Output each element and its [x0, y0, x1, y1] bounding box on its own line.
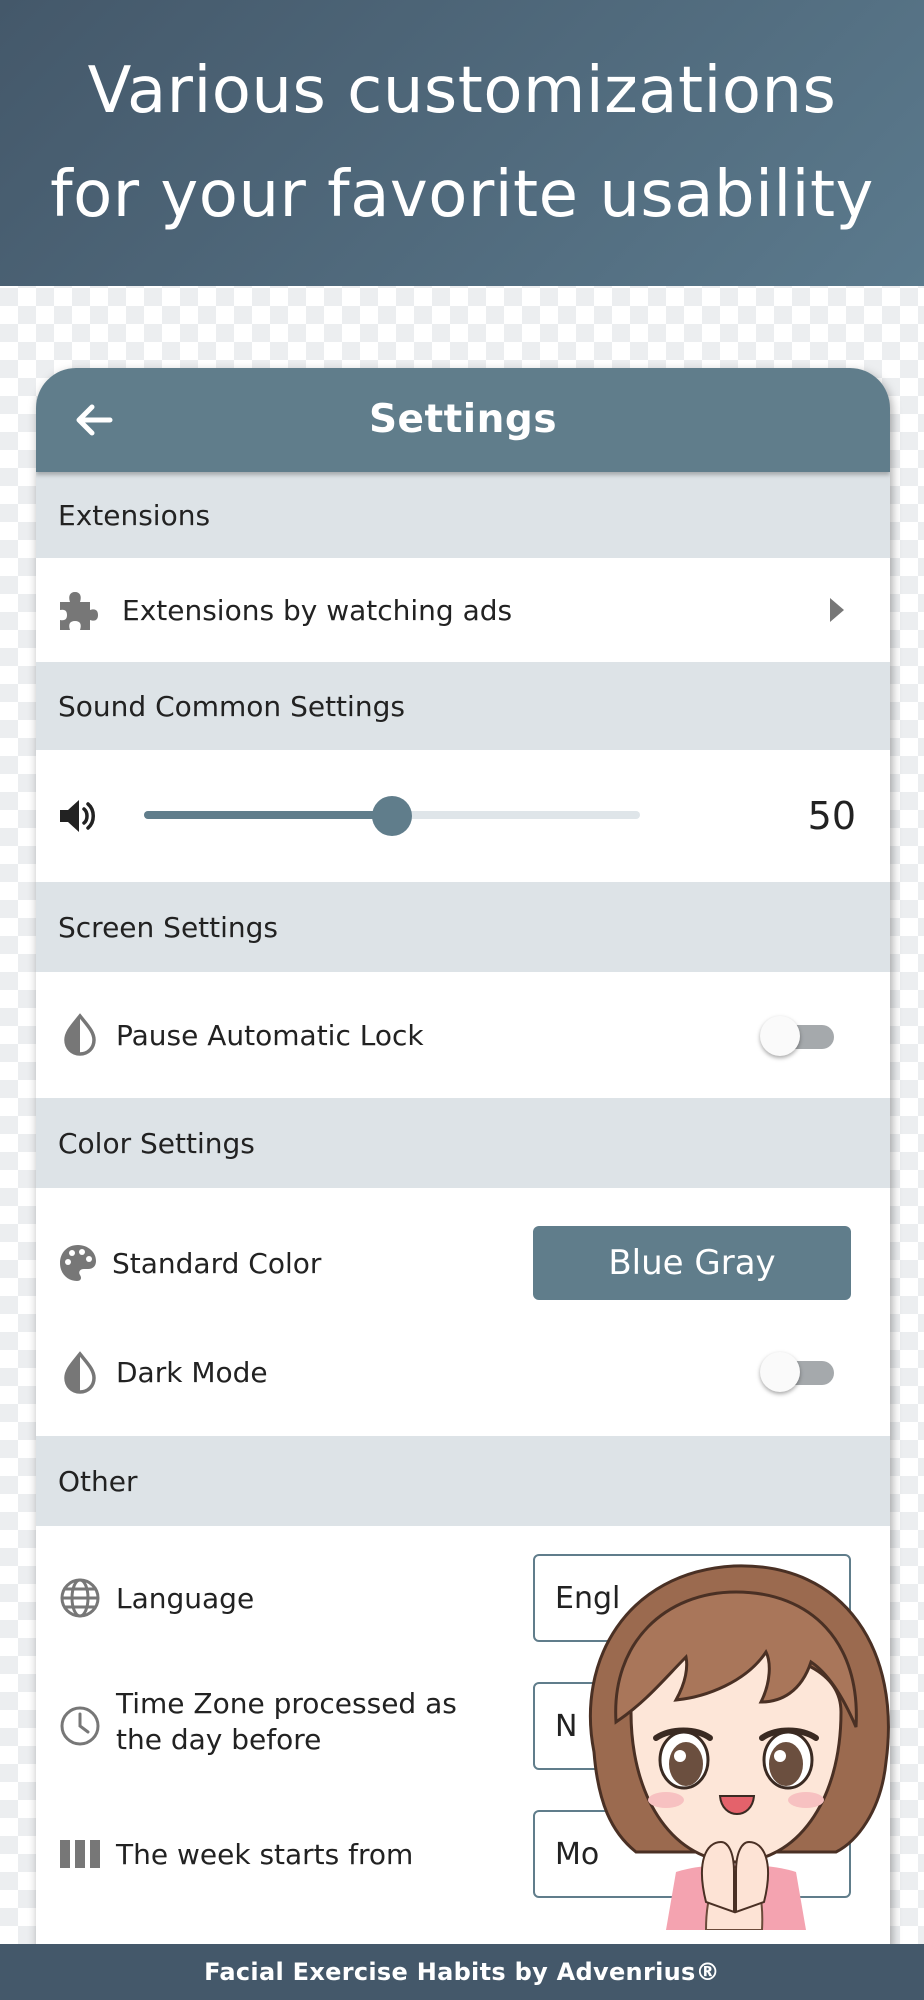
puzzle-piece-icon	[60, 592, 98, 630]
dark-mode-toggle-knob	[760, 1352, 800, 1392]
pause-lock-toggle[interactable]	[760, 1014, 834, 1058]
pause-lock-row: Pause Automatic Lock	[36, 972, 890, 1098]
globe-icon	[60, 1578, 100, 1618]
contrast-drop-icon	[64, 1013, 96, 1056]
promo-banner: Various customizations for your favorite…	[0, 0, 924, 286]
volume-slider[interactable]	[144, 796, 640, 836]
banner-line-2: for your favorite usability	[50, 158, 874, 232]
extensions-by-ads-row[interactable]: Extensions by watching ads	[36, 558, 890, 662]
timezone-label-line-2: the day before	[116, 1723, 322, 1756]
volume-slider-fill	[144, 811, 392, 819]
timezone-label-line-1: Time Zone processed as	[116, 1687, 457, 1720]
contrast-drop-icon	[64, 1351, 96, 1394]
week-start-label: The week starts from	[116, 1837, 414, 1871]
volume-slider-thumb[interactable]	[372, 796, 412, 836]
pause-lock-label: Pause Automatic Lock	[116, 1018, 424, 1052]
palette-icon	[60, 1245, 96, 1281]
standard-color-button[interactable]: Blue Gray	[533, 1226, 851, 1300]
section-header-sound: Sound Common Settings	[36, 662, 890, 750]
volume-icon	[60, 800, 95, 832]
section-header-color: Color Settings	[36, 1098, 890, 1188]
dark-mode-label: Dark Mode	[116, 1355, 268, 1389]
clock-icon	[60, 1706, 100, 1746]
dark-mode-toggle[interactable]	[760, 1350, 834, 1394]
section-header-other: Other	[36, 1436, 890, 1526]
mascot-girl-illustration	[589, 1564, 890, 1930]
pause-lock-toggle-knob	[760, 1016, 800, 1056]
banner-line-1: Various customizations	[87, 54, 837, 128]
extensions-by-ads-label: Extensions by watching ads	[122, 593, 513, 627]
volume-value: 50	[807, 794, 856, 838]
language-label: Language	[116, 1581, 255, 1615]
caret-right-icon	[830, 598, 844, 622]
footer-credit: Facial Exercise Habits by Advenrius®	[0, 1944, 924, 2000]
section-header-screen: Screen Settings	[36, 882, 890, 972]
app-bar: Settings	[36, 368, 890, 472]
page-title: Settings	[368, 397, 558, 442]
columns-icon	[60, 1840, 100, 1868]
standard-color-label: Standard Color	[112, 1246, 322, 1280]
dark-mode-row: Dark Mode	[36, 1322, 890, 1422]
timezone-label: Time Zone processed as the day before	[116, 1686, 457, 1758]
section-header-extensions: Extensions	[36, 472, 890, 558]
